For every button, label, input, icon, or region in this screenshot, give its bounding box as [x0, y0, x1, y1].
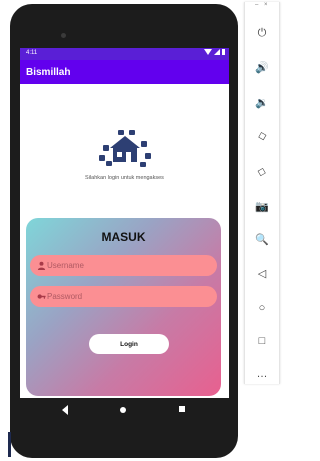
- smart-home-logo-icon: [99, 130, 151, 167]
- login-title: MASUK: [101, 230, 146, 244]
- key-icon: [37, 294, 46, 299]
- screenshot-icon[interactable]: 📷: [253, 197, 271, 215]
- front-camera: [61, 33, 66, 38]
- back-icon[interactable]: ◁: [253, 264, 271, 282]
- app-bar: Bismillah: [20, 60, 229, 84]
- login-card: MASUK Login: [26, 218, 221, 396]
- wifi-icon: [204, 49, 212, 55]
- emulator-toolbar: – × ⏻ 🔊 🔉 ◇ ◇ 📷 🔍 ◁ ○ □ …: [244, 2, 280, 384]
- home-icon[interactable]: ○: [253, 299, 271, 317]
- volume-up-icon[interactable]: 🔊: [253, 58, 271, 76]
- username-field[interactable]: [30, 255, 217, 276]
- login-button[interactable]: Login: [89, 334, 169, 354]
- rotate-right-icon[interactable]: ◇: [251, 160, 273, 182]
- signal-icon: [214, 49, 220, 55]
- username-input[interactable]: [47, 258, 207, 273]
- battery-icon: [222, 49, 225, 55]
- status-time: 4:11: [26, 50, 38, 56]
- taskbar-edge: [8, 432, 11, 457]
- desktop-strip: [0, 384, 244, 461]
- more-icon[interactable]: …: [253, 365, 271, 383]
- password-field[interactable]: [30, 286, 217, 307]
- window-controls[interactable]: – ×: [255, 2, 270, 8]
- password-input[interactable]: [47, 289, 207, 304]
- status-icons: [204, 49, 225, 55]
- rotate-left-icon[interactable]: ◇: [251, 124, 273, 146]
- app-title: Bismillah: [26, 67, 71, 78]
- tagline: Silahkan login untuk mengakses: [85, 175, 164, 181]
- zoom-icon[interactable]: 🔍: [253, 230, 271, 248]
- overview-icon[interactable]: □: [253, 332, 271, 350]
- app-screen: 4:11 Bismillah Silahkan login untuk meng…: [20, 48, 229, 398]
- user-icon: [37, 261, 46, 270]
- volume-down-icon[interactable]: 🔉: [253, 93, 271, 111]
- power-icon[interactable]: ⏻: [253, 24, 271, 42]
- status-bar: 4:11: [20, 48, 229, 60]
